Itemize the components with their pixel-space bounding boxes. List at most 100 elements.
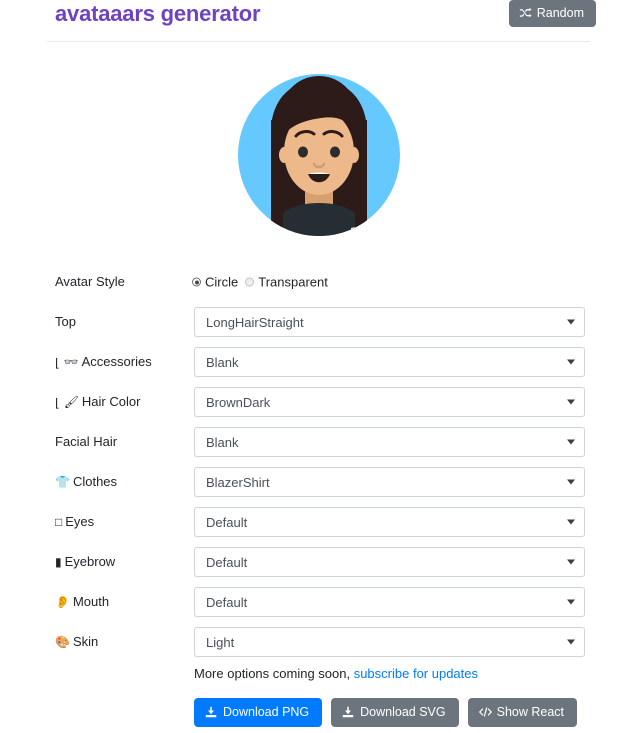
avatar-style-radio-group: Circle Transparent — [192, 275, 328, 290]
avatar-preview — [0, 60, 637, 255]
select-skin[interactable]: Light — [194, 627, 585, 657]
control-facial-hair: Blank — [194, 427, 585, 457]
select-eyes[interactable]: Default — [194, 507, 585, 537]
shuffle-icon — [519, 7, 532, 19]
row-eyes: □ Eyes Default — [0, 502, 637, 542]
select-hair-color-value: BrownDark — [206, 394, 271, 410]
download-png-button[interactable]: Download PNG — [194, 698, 323, 727]
label-skin: 🎨 Skin — [55, 634, 98, 650]
select-accessories[interactable]: Blank — [194, 347, 585, 377]
select-accessories-value: Blank — [206, 354, 239, 370]
control-eyes: Default — [194, 507, 585, 537]
mouth-icon: 👂 — [55, 595, 70, 609]
select-mouth[interactable]: Default — [194, 587, 585, 617]
label-clothes-text: Clothes — [72, 474, 118, 489]
select-top-value: LongHairStraight — [206, 314, 304, 330]
action-button-row: Download PNG Download SVG Show React — [194, 698, 578, 727]
label-mouth: 👂 Mouth — [55, 594, 109, 610]
chevron-down-icon — [567, 559, 575, 565]
avatar-image — [237, 74, 400, 236]
control-accessories: Blank — [194, 347, 585, 377]
label-accessories-text: Accessories — [81, 354, 152, 369]
row-avatar-style: Avatar Style Circle Transparent — [0, 262, 637, 302]
label-top: Top — [55, 314, 76, 330]
row-clothes: 👕 Clothes BlazerShirt — [0, 462, 637, 502]
label-skin-text: Skin — [72, 634, 99, 649]
row-facial-hair: Facial Hair Blank — [0, 422, 637, 462]
eyebrow-icon: ▮ — [55, 555, 62, 569]
label-clothes: 👕 Clothes — [55, 474, 117, 490]
label-avatar-style: Avatar Style — [55, 274, 125, 290]
label-eyes: □ Eyes — [55, 514, 94, 530]
chevron-down-icon — [567, 639, 575, 645]
select-top[interactable]: LongHairStraight — [194, 307, 585, 337]
select-facial-hair[interactable]: Blank — [194, 427, 585, 457]
subscribe-link[interactable]: subscribe for updates — [354, 666, 478, 681]
label-eyebrow-text: Eyebrow — [64, 554, 116, 569]
row-mouth: 👂 Mouth Default — [0, 582, 637, 622]
chevron-down-icon — [567, 599, 575, 605]
row-skin: 🎨 Skin Light — [0, 622, 637, 662]
download-svg-button[interactable]: Download SVG — [331, 698, 459, 727]
row-hair-color: ⌊ 🖌 Hair Color BrownDark — [0, 382, 637, 422]
random-button[interactable]: Random — [508, 0, 596, 27]
row-accessories: ⌊ 👓 Accessories Blank — [0, 342, 637, 382]
select-clothes-value: BlazerShirt — [206, 474, 270, 490]
download-png-label: Download PNG — [223, 705, 310, 719]
select-eyes-value: Default — [206, 514, 248, 530]
chevron-down-icon — [567, 519, 575, 525]
radio-option-circle[interactable]: Circle — [192, 275, 238, 290]
label-facial-hair-text: Facial Hair — [55, 434, 118, 449]
select-eyebrow-value: Default — [206, 554, 248, 570]
label-top-text: Top — [55, 314, 76, 329]
more-options-note-text: More options coming soon, — [194, 666, 354, 681]
select-hair-color[interactable]: BrownDark — [194, 387, 585, 417]
download-icon — [342, 706, 354, 718]
row-top: Top LongHairStraight — [0, 302, 637, 342]
control-mouth: Default — [194, 587, 585, 617]
glasses-icon: 👓 — [63, 355, 79, 369]
show-react-label: Show React — [496, 705, 565, 719]
header-divider — [47, 41, 590, 42]
label-accessories: ⌊ 👓 Accessories — [55, 354, 152, 370]
tshirt-icon: 👕 — [55, 475, 70, 489]
avatar-style-label-text: Avatar Style — [55, 274, 125, 289]
label-eyebrow: ▮ Eyebrow — [55, 554, 115, 570]
radio-circle-label: Circle — [205, 274, 239, 290]
eyes-icon: □ — [55, 515, 63, 529]
chevron-down-icon — [567, 319, 575, 325]
page-title: avataaars generator — [55, 1, 261, 26]
chevron-down-icon — [567, 359, 575, 365]
chevron-down-icon — [567, 439, 575, 445]
radio-transparent-indicator[interactable] — [245, 277, 255, 287]
chevron-down-icon — [567, 399, 575, 405]
control-top: LongHairStraight — [194, 307, 585, 337]
palette-icon: 🎨 — [55, 635, 70, 649]
label-facial-hair: Facial Hair — [55, 434, 117, 450]
control-hair-color: BrownDark — [194, 387, 585, 417]
random-button-label: Random — [536, 6, 584, 20]
paintbrush-icon: 🖌 — [63, 395, 79, 409]
select-skin-value: Light — [206, 634, 235, 650]
select-eyebrow[interactable]: Default — [194, 547, 585, 577]
select-clothes[interactable]: BlazerShirt — [194, 467, 585, 497]
subitem-elbow-icon: ⌊ — [55, 396, 60, 410]
avataaars-generator-page: avataaars generator Random Avatar Style … — [0, 0, 637, 733]
label-hair-color-text: Hair Color — [81, 394, 141, 409]
avatar-options-form: Avatar Style Circle Transparent Top Long… — [0, 262, 637, 662]
page-header: avataaars generator Random — [0, 0, 637, 44]
radio-transparent-label: Transparent — [258, 274, 328, 290]
show-react-button[interactable]: Show React — [467, 698, 578, 727]
radio-circle-indicator[interactable] — [192, 277, 201, 287]
download-icon — [205, 706, 217, 718]
control-clothes: BlazerShirt — [194, 467, 585, 497]
label-mouth-text: Mouth — [72, 594, 110, 609]
subitem-elbow-icon: ⌊ — [55, 356, 60, 370]
control-skin: Light — [194, 627, 585, 657]
code-icon — [478, 706, 492, 718]
chevron-down-icon — [567, 479, 575, 485]
control-eyebrow: Default — [194, 547, 585, 577]
radio-option-transparent[interactable]: Transparent — [245, 275, 328, 290]
download-svg-label: Download SVG — [360, 705, 446, 719]
more-options-note: More options coming soon, subscribe for … — [194, 666, 478, 681]
